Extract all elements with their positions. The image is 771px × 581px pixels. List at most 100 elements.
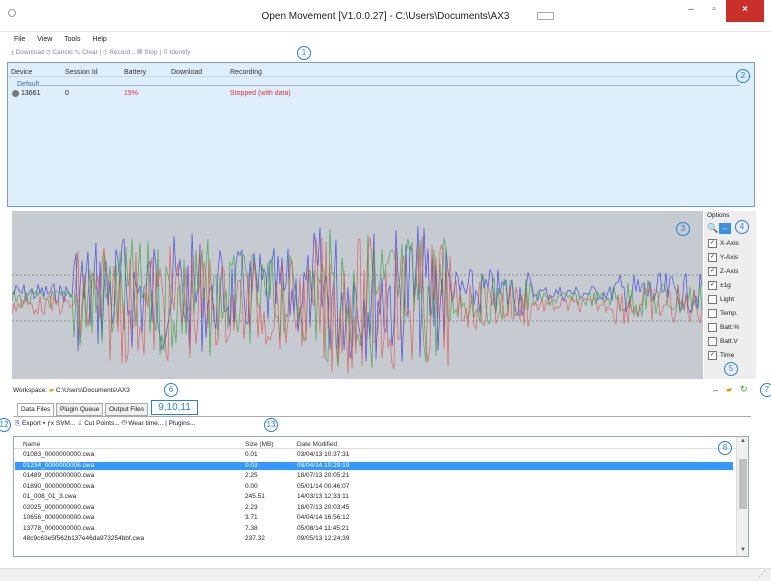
temp-checkbox[interactable] <box>708 309 717 318</box>
workspace-path[interactable]: C:\Users\Documents\AX3 <box>56 387 130 394</box>
accelerometer-plot[interactable]: 3 <box>12 211 703 379</box>
option-z-axis[interactable]: ✓ Z-Axis <box>708 267 738 278</box>
y-axis-checkbox[interactable]: ✓ <box>708 253 717 262</box>
file-size: 2.25 <box>245 472 258 479</box>
column-header-session-id[interactable]: Session Id <box>65 69 98 76</box>
menu-help[interactable]: Help <box>92 36 106 43</box>
cancel-button[interactable]: Cancel <box>52 49 72 56</box>
menu-view[interactable]: View <box>37 36 52 43</box>
wear-time-button[interactable]: Wear time... <box>128 420 163 427</box>
file-date: 14/03/13 12:33:11 <box>297 493 349 500</box>
file-size: 0.00 <box>245 482 258 490</box>
file-name: 01890_0000000000.cwa <box>23 482 95 490</box>
menu-bar: File View Tools Help <box>14 36 117 46</box>
workspace-label: Workspace: <box>13 387 48 394</box>
column-header-name[interactable]: Name <box>23 441 40 448</box>
x-axis-checkbox[interactable]: ✓ <box>708 239 717 248</box>
device-group-label: Default <box>17 81 40 88</box>
z-axis-checkbox[interactable]: ✓ <box>708 267 717 276</box>
device-toolbar: ⤓ Download ⊘ Cancel ✎ Clear | ⊙ Record..… <box>11 49 191 59</box>
annotation-marker: 2 <box>736 69 750 83</box>
cut-points-button[interactable]: Cut Points... <box>84 420 119 427</box>
column-header-device[interactable]: Device <box>11 69 32 76</box>
scroll-up-arrow-icon[interactable]: ▲ <box>740 438 746 444</box>
zoom-icon[interactable]: 🔍 <box>707 223 718 234</box>
column-header-date[interactable]: Date Modified <box>297 441 337 448</box>
device-id: 13661 <box>21 90 41 97</box>
identify-button[interactable]: Identify <box>170 49 191 56</box>
option-1g[interactable]: ✓ ±1g <box>708 281 731 292</box>
scroll-thumb[interactable] <box>739 459 747 509</box>
file-row[interactable]: 01_008_01_3.cwa 245.51 14/03/13 12:33:11 <box>15 493 733 501</box>
device-list-header: Device Session Id Battery Download Recor… <box>8 63 754 77</box>
file-date: 05/08/14 11:45:21 <box>297 524 349 532</box>
menu-file[interactable]: File <box>14 36 25 43</box>
tabs-divider <box>13 416 751 417</box>
option-y-axis[interactable]: ✓ Y-Axis <box>708 253 738 264</box>
stop-button[interactable]: Stop <box>144 49 157 56</box>
cut-points-icon: ♙ <box>77 420 83 427</box>
title-blank-box <box>537 12 554 20</box>
file-row[interactable]: 01489_0000000000.cwa 2.25 18/07/13 20:05:2… <box>15 472 733 480</box>
svm-button[interactable]: SVM... <box>56 420 76 427</box>
file-row[interactable]: 13778_0000000000.cwa 7.38 05/08/14 11:45:2… <box>15 525 733 533</box>
cancel-icon: ⊘ <box>46 49 51 56</box>
file-row[interactable]: 48c9c63e5f562b137e46da973254bbf.cwa 237.3… <box>15 535 733 543</box>
column-header-size[interactable]: Size (MB) <box>245 441 274 448</box>
tab-plugin-queue[interactable]: Plugin Queue <box>56 403 104 416</box>
options-title: Options <box>707 212 730 219</box>
one-g-checkbox[interactable]: ✓ <box>708 281 717 290</box>
column-header-recording[interactable]: Recording <box>230 69 262 76</box>
option-time[interactable]: ✓ Time <box>708 351 734 362</box>
option-batt-voltage[interactable]: Batt.V <box>708 337 738 348</box>
close-button[interactable]: × <box>726 0 764 22</box>
scroll-down-arrow-icon[interactable]: ▼ <box>740 547 746 553</box>
light-checkbox[interactable] <box>708 295 717 304</box>
files-scrollbar[interactable]: ▲ ▼ <box>736 437 748 556</box>
file-row[interactable]: 02025_0000000000.cwa 2.23 18/07/13 20:03:4… <box>15 504 733 512</box>
batt-voltage-checkbox[interactable] <box>708 337 717 346</box>
clear-button[interactable]: Clear <box>82 49 98 56</box>
file-row[interactable]: 01234_0000000006.cwa 0.03 09/04/14 10:29:1… <box>15 461 733 470</box>
maximize-button[interactable]: ▫ <box>703 0 725 22</box>
option-label-light: Light <box>720 296 735 304</box>
column-header-download[interactable]: Download <box>171 69 202 76</box>
file-row[interactable]: 10656_0000000000.cwa 3.71 04/04/14 16:56:1… <box>15 514 733 522</box>
tab-output-files[interactable]: Output Files <box>105 403 149 416</box>
menu-tools[interactable]: Tools <box>64 36 80 43</box>
column-header-battery[interactable]: Battery <box>124 69 146 76</box>
file-size: 245.51 <box>245 493 265 500</box>
option-light[interactable]: Light <box>708 295 734 306</box>
device-row[interactable]: 13661 0 19% Stopped (with data) <box>12 89 752 98</box>
refresh-icon[interactable]: ↻ <box>740 384 748 395</box>
option-temp[interactable]: Temp. <box>708 309 738 320</box>
workspace-minimize-icon[interactable]: – <box>713 385 718 395</box>
tab-annotation: 9,10,11 <box>151 400 198 415</box>
tab-data-files[interactable]: Data Files <box>17 403 55 417</box>
file-name: 01083_0000000000.cwa <box>23 451 95 458</box>
resize-grip-icon[interactable]: ⋰ <box>758 570 766 579</box>
plugins-button[interactable]: Plugins... <box>169 420 196 427</box>
option-x-axis[interactable]: ✓ X-Axis <box>708 239 739 250</box>
minimize-button[interactable]: – <box>680 0 702 22</box>
open-folder-icon[interactable]: ▰ <box>726 385 732 394</box>
pan-tool-icon[interactable]: ↔ <box>719 223 731 234</box>
batt-percent-checkbox[interactable] <box>708 323 717 332</box>
export-button[interactable]: Export <box>22 420 41 427</box>
option-label-batt-voltage: Batt.V <box>720 338 738 346</box>
annotation-marker: 6 <box>164 383 178 397</box>
file-row[interactable]: 01083_0000000000.cwa 0.01 03/04/13 10:37:3… <box>15 451 733 459</box>
record-icon: ⊙ <box>103 49 108 56</box>
annotation-marker: 12 <box>0 418 11 432</box>
file-size: 0.01 <box>245 451 258 458</box>
option-batt-percent[interactable]: Batt.% <box>708 323 739 334</box>
option-label-1g: ±1g <box>720 282 731 290</box>
file-row[interactable]: 01890_0000000000.cwa 0.00 05/01/14 00:46:0… <box>15 483 733 491</box>
title-bar: Open Movement [V1.0.0.27] - C:\Users\Doc… <box>0 0 771 32</box>
download-button[interactable]: Download <box>16 49 45 56</box>
annotation-marker: 4 <box>735 220 749 234</box>
data-files-list: Name Size (MB) Date Modified 01083_00000… <box>13 436 749 557</box>
record-button[interactable]: Record... <box>109 49 135 56</box>
device-battery: 19% <box>124 90 139 97</box>
time-checkbox[interactable]: ✓ <box>708 351 717 360</box>
